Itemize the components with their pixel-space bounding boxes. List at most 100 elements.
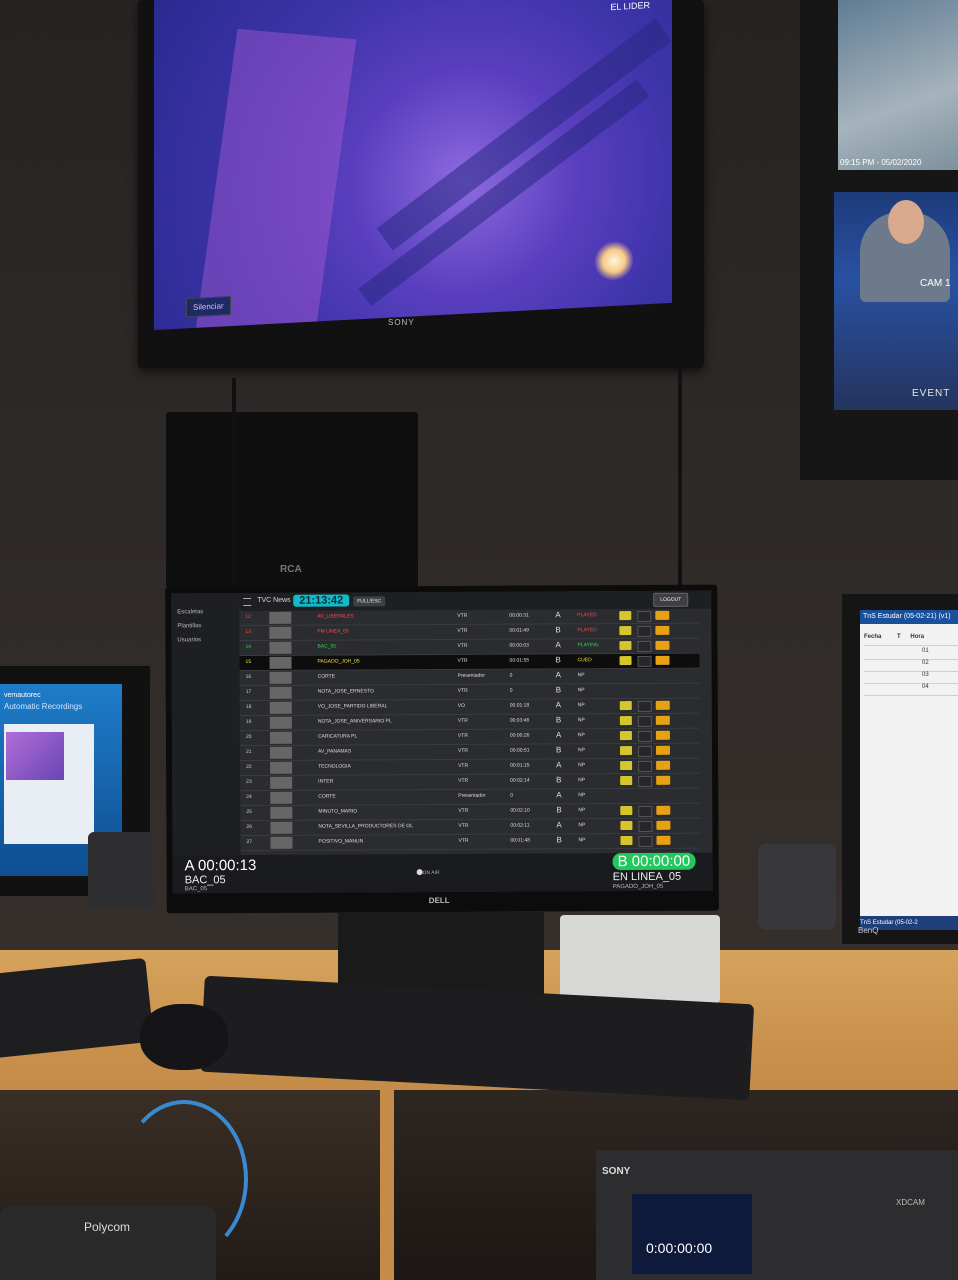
rundown-channel: A (555, 640, 561, 650)
rundown-type: VTR (458, 822, 469, 829)
rundown-duration: 00:00:51 (509, 747, 530, 754)
play-button[interactable] (637, 730, 652, 742)
settings-button[interactable] (655, 745, 671, 755)
rundown-num: 24 (246, 793, 252, 801)
cue-button[interactable] (619, 656, 632, 666)
cue-button[interactable] (619, 731, 632, 741)
rundown-duration: 00:02:11 (510, 822, 530, 829)
table-row[interactable]: 27 POSITIVO_MANUN VTR 00:01:48 B NP (240, 833, 701, 852)
silenciar-button[interactable]: Silenciar (186, 295, 231, 318)
list-item[interactable]: 04 (864, 684, 958, 696)
play-button[interactable] (638, 835, 653, 847)
cue-button[interactable] (619, 746, 633, 756)
cue-button[interactable] (620, 776, 633, 786)
cue-button[interactable] (620, 761, 633, 771)
player-a-clip: BAC_05 (184, 874, 226, 887)
rundown-type: VTR (457, 642, 468, 649)
settings-button[interactable] (655, 625, 670, 635)
settings-button[interactable] (656, 760, 671, 770)
list-item[interactable]: 03 (864, 672, 958, 684)
benq-screen: TnS Estudar (05-02-21) (v1) Fecha T Hora… (860, 610, 958, 920)
clip-thumbnail (269, 641, 292, 654)
settings-button[interactable] (655, 730, 670, 740)
cue-button[interactable] (619, 626, 632, 636)
rundown-channel: B (556, 835, 562, 845)
news-anchor-head (888, 200, 924, 244)
rundown-name: INTER (318, 778, 334, 785)
rundown-channel: A (555, 700, 562, 710)
rundown-channel: A (556, 790, 562, 800)
rundown-name: AV_LIBERALES (317, 613, 354, 620)
settings-button[interactable] (656, 775, 671, 785)
settings-button[interactable] (655, 715, 670, 725)
cue-button[interactable] (619, 716, 632, 726)
cue-button[interactable] (619, 611, 632, 621)
cue-button[interactable] (620, 836, 633, 846)
play-button[interactable] (637, 715, 652, 727)
list-item[interactable]: 01 (864, 648, 958, 660)
benq-window-title: TnS Estudar (05-02-21) (v1) (860, 610, 958, 624)
settings-button[interactable] (656, 805, 671, 815)
play-button[interactable] (638, 760, 653, 772)
settings-button[interactable] (656, 835, 671, 845)
clip-thumbnail (270, 791, 293, 804)
cue-button[interactable] (620, 806, 633, 816)
cue-button[interactable] (619, 641, 632, 651)
settings-button[interactable] (655, 655, 670, 665)
rundown-name: AV_PANAMAS (317, 748, 352, 755)
device-box (560, 915, 720, 1003)
rundown-name: NOTA_JOSE_ANIVERSARIO PL (317, 718, 392, 725)
play-button[interactable] (638, 805, 653, 817)
settings-button[interactable] (655, 640, 670, 650)
clip-thumbnail (269, 626, 292, 639)
player-b-clip: EN LINEA_05 (612, 870, 682, 884)
rundown-channel: A (555, 670, 561, 680)
benq-monitor: TnS Estudar (05-02-21) (v1) Fecha T Hora… (842, 594, 958, 944)
top-tv: EL LIDER Silenciar SONY (138, 0, 704, 368)
rundown-num: 17 (245, 688, 252, 696)
menu-icon[interactable] (243, 597, 252, 607)
sidebar: Escaletas Plantillas Usuarios (171, 593, 241, 856)
rundown-name: BAC_05 (317, 643, 337, 650)
right-tv: 09:15 PM - 05/02/2020 CAM 1 EVENT (800, 0, 958, 480)
rundown-num: 18 (245, 703, 252, 711)
settings-button[interactable] (656, 820, 671, 830)
settings-button[interactable] (655, 610, 670, 620)
clip-thumbnail (269, 701, 292, 714)
list-item[interactable]: 02 (864, 660, 958, 672)
rundown-status: NP (577, 717, 585, 724)
rundown-duration: 00:01:55 (509, 657, 530, 664)
rundown-name: CORTE (317, 673, 336, 680)
rundown-num: 15 (245, 658, 252, 666)
play-button[interactable] (637, 700, 652, 712)
rundown-type: Presentador (457, 672, 485, 679)
sidebar-item-usuarios[interactable]: Usuarios (177, 637, 201, 643)
settings-button[interactable] (655, 700, 670, 710)
play-button[interactable] (637, 655, 652, 667)
play-button[interactable] (637, 640, 652, 652)
rundown-name: NOTA_SEVILLA_PRODUCTORES DE OL (318, 823, 413, 830)
rundown-type: VTR (457, 732, 468, 739)
play-button[interactable] (637, 610, 652, 622)
rundown-channel: B (556, 805, 562, 815)
logout-button[interactable]: LOGOUT (653, 592, 689, 607)
rundown-status: NP (578, 792, 586, 799)
rundown-num: 26 (246, 823, 252, 831)
rundown-channel: B (555, 745, 562, 755)
full-esc-button[interactable]: FULL/ESC (353, 596, 386, 607)
rundown-num: 13 (245, 628, 251, 636)
play-button[interactable] (637, 745, 653, 757)
rundown-status: NP (578, 807, 586, 814)
play-button[interactable] (638, 775, 653, 787)
sidebar-item-escaletas[interactable]: Escaletas (177, 609, 203, 615)
mouse[interactable] (140, 1004, 228, 1070)
rundown-type: VTR (458, 777, 469, 784)
play-button[interactable] (637, 625, 652, 637)
cue-button[interactable] (619, 701, 632, 711)
left-keyboard[interactable] (0, 957, 154, 1059)
cue-button[interactable] (620, 821, 633, 831)
clip-thumbnail (270, 821, 293, 834)
tv-brand: SONY (388, 318, 415, 327)
sidebar-item-plantillas[interactable]: Plantillas (177, 623, 201, 629)
play-button[interactable] (638, 820, 653, 832)
